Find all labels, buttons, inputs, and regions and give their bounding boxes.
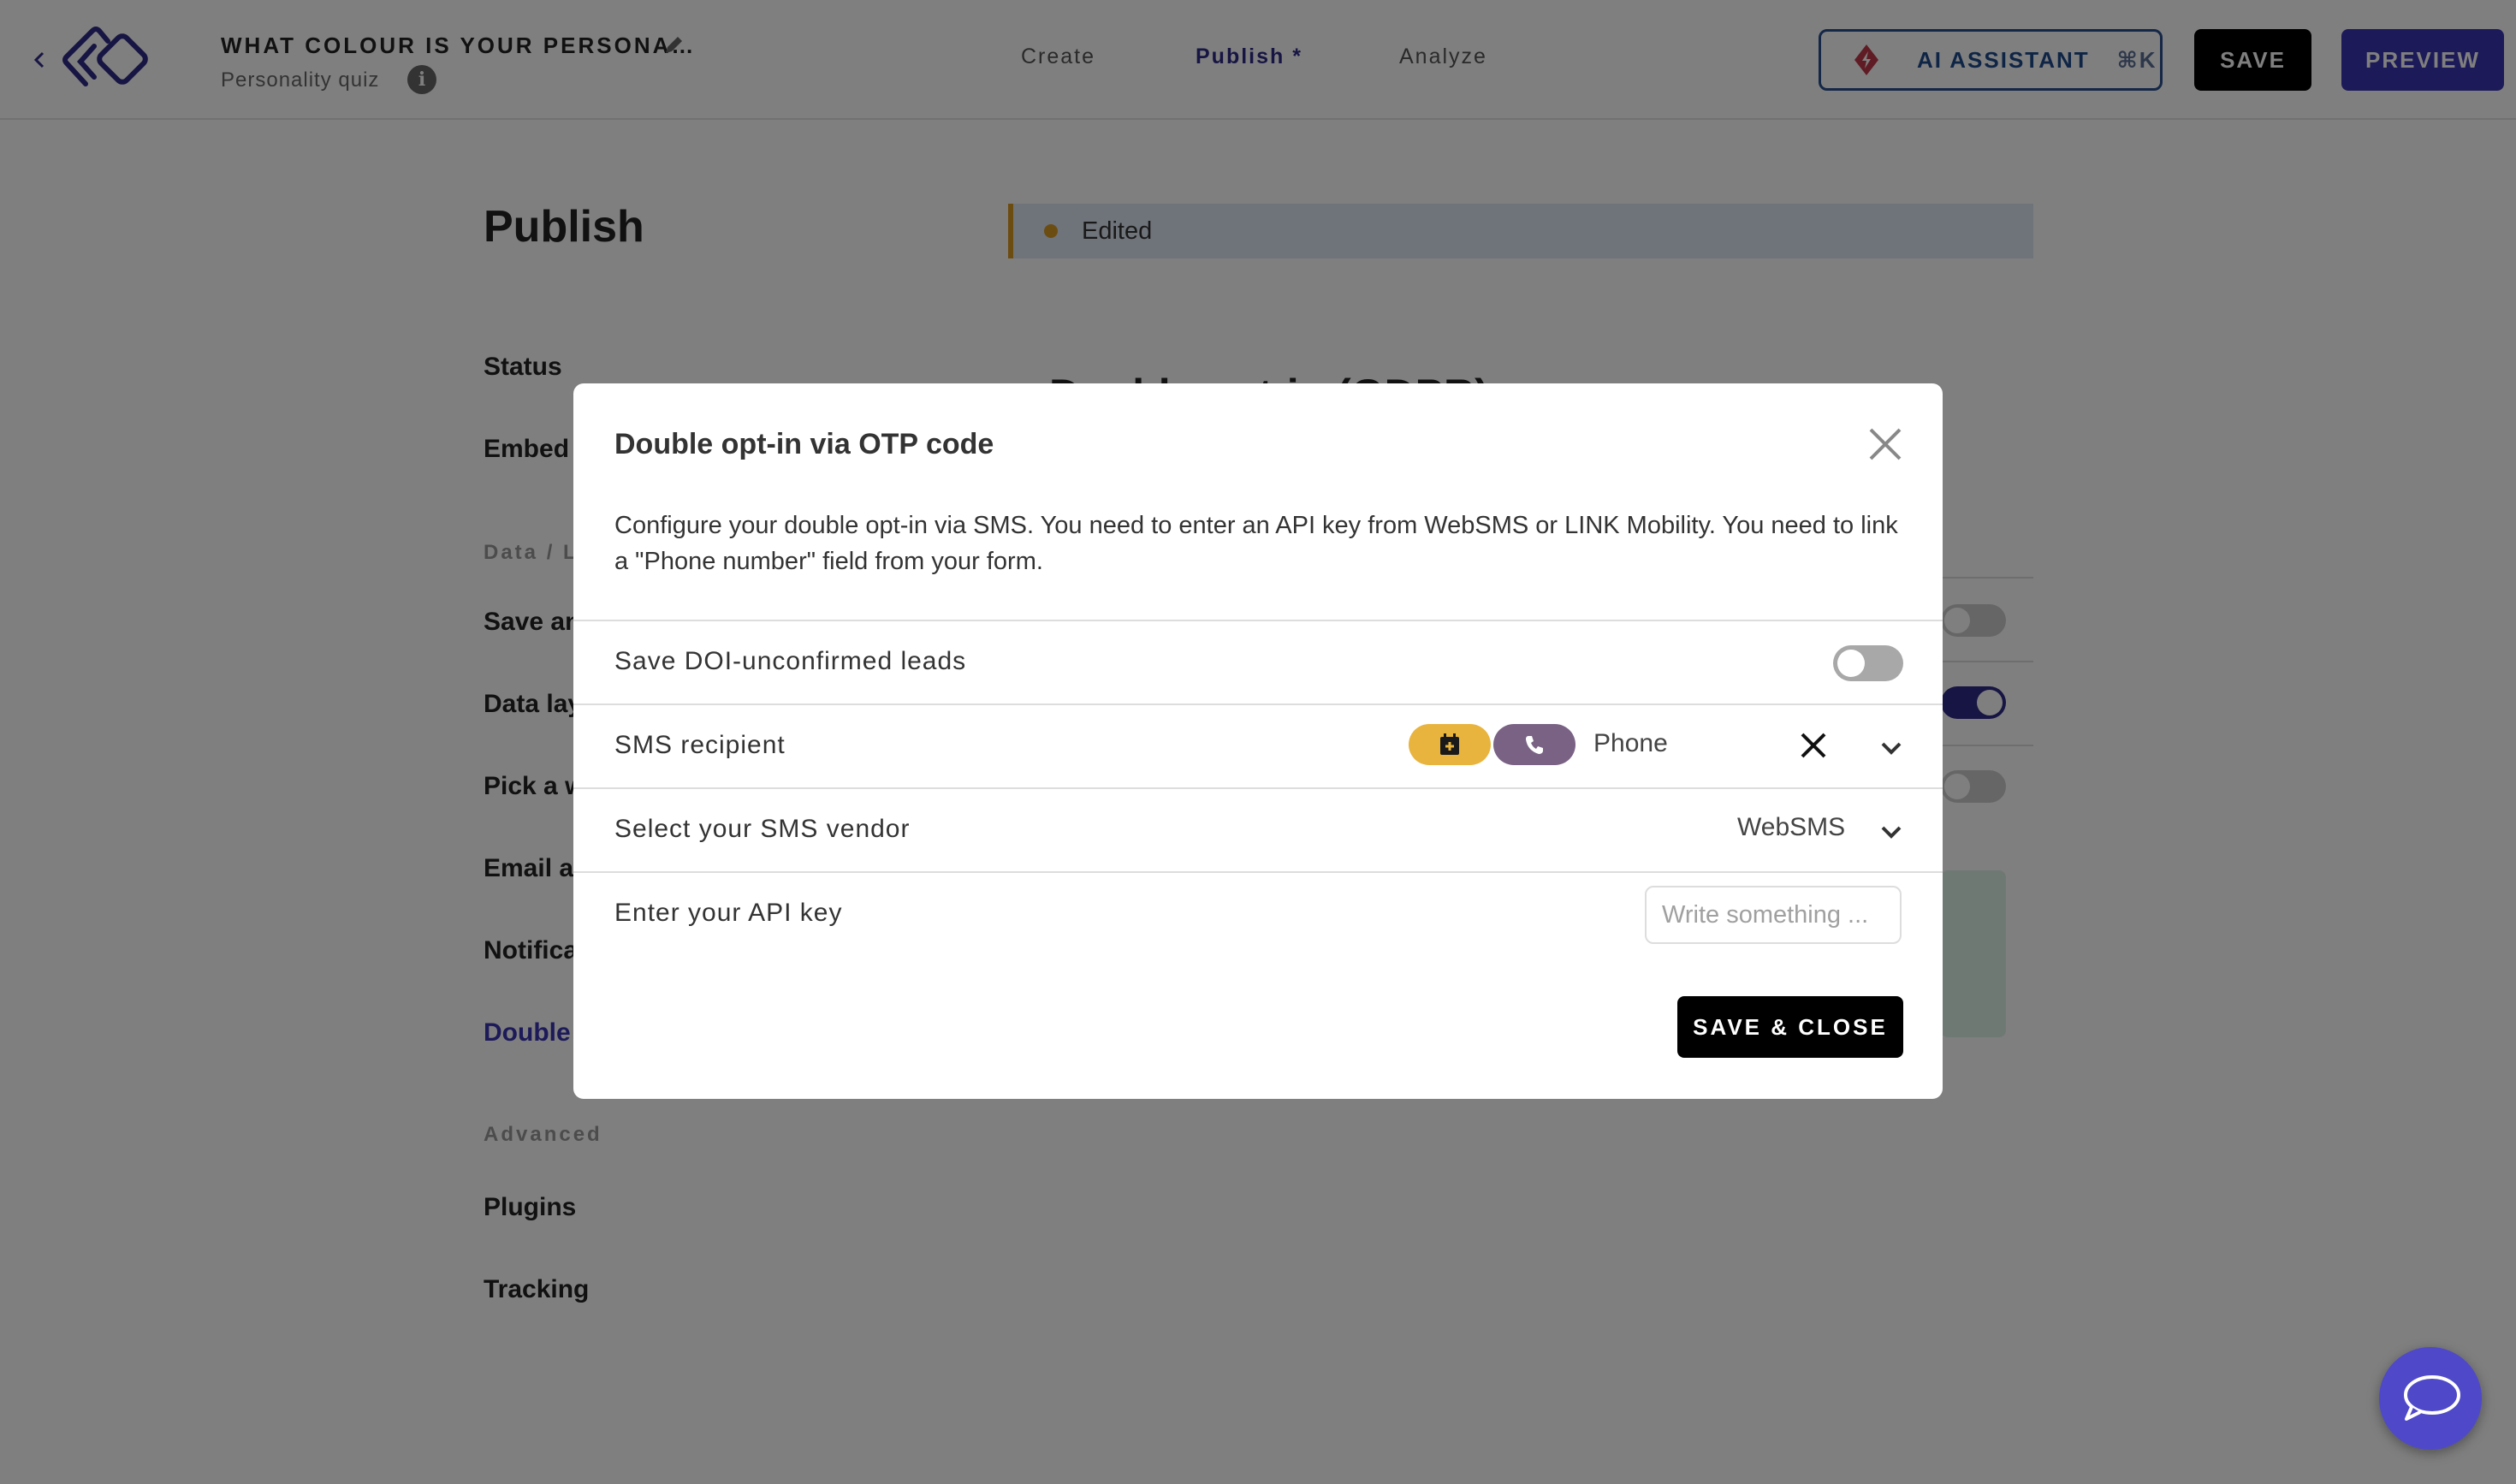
save-unconfirmed-label: Save DOI-unconfirmed leads (614, 647, 967, 675)
modal-description: Configure your double opt-in via SMS. Yo… (614, 512, 1898, 575)
row-save-unconfirmed: Save DOI-unconfirmed leads (573, 620, 1943, 703)
api-key-label: Enter your API key (614, 899, 843, 927)
chat-bubble-icon (2404, 1375, 2460, 1421)
save-and-close-button[interactable]: SAVE & CLOSE (1677, 996, 1903, 1058)
phone-icon (1526, 736, 1543, 754)
sms-vendor-label: Select your SMS vendor (614, 815, 911, 843)
row-api-key: Enter your API key (573, 871, 1943, 955)
phone-type-chip (1493, 724, 1575, 765)
chat-launcher-button[interactable] (2379, 1347, 2482, 1450)
api-key-input[interactable] (1645, 886, 1902, 944)
recipient-dropdown-toggle[interactable] (1879, 739, 1903, 757)
clear-recipient-button[interactable] (1799, 731, 1828, 760)
chevron-down-icon (1881, 742, 1902, 755)
vendor-dropdown-toggle[interactable] (1879, 823, 1903, 840)
close-icon (1801, 733, 1826, 758)
otp-modal: Double opt-in via OTP code Configure you… (573, 383, 1943, 1099)
sms-recipient-value[interactable]: Phone (1593, 729, 1668, 758)
row-sms-recipient: SMS recipient Phone (573, 703, 1943, 787)
close-button[interactable] (1867, 426, 1903, 462)
save-unconfirmed-toggle[interactable] (1833, 645, 1903, 681)
chevron-down-icon (1881, 826, 1902, 839)
sms-vendor-select[interactable]: WebSMS (1737, 813, 1845, 842)
sms-recipient-label: SMS recipient (614, 731, 786, 759)
calendar-plus-icon (1440, 733, 1459, 755)
toggle-knob (1837, 650, 1865, 677)
close-icon (1869, 428, 1902, 460)
row-sms-vendor: Select your SMS vendor WebSMS (573, 787, 1943, 871)
modal-title: Double opt-in via OTP code (614, 428, 994, 460)
field-type-chip (1409, 724, 1491, 765)
